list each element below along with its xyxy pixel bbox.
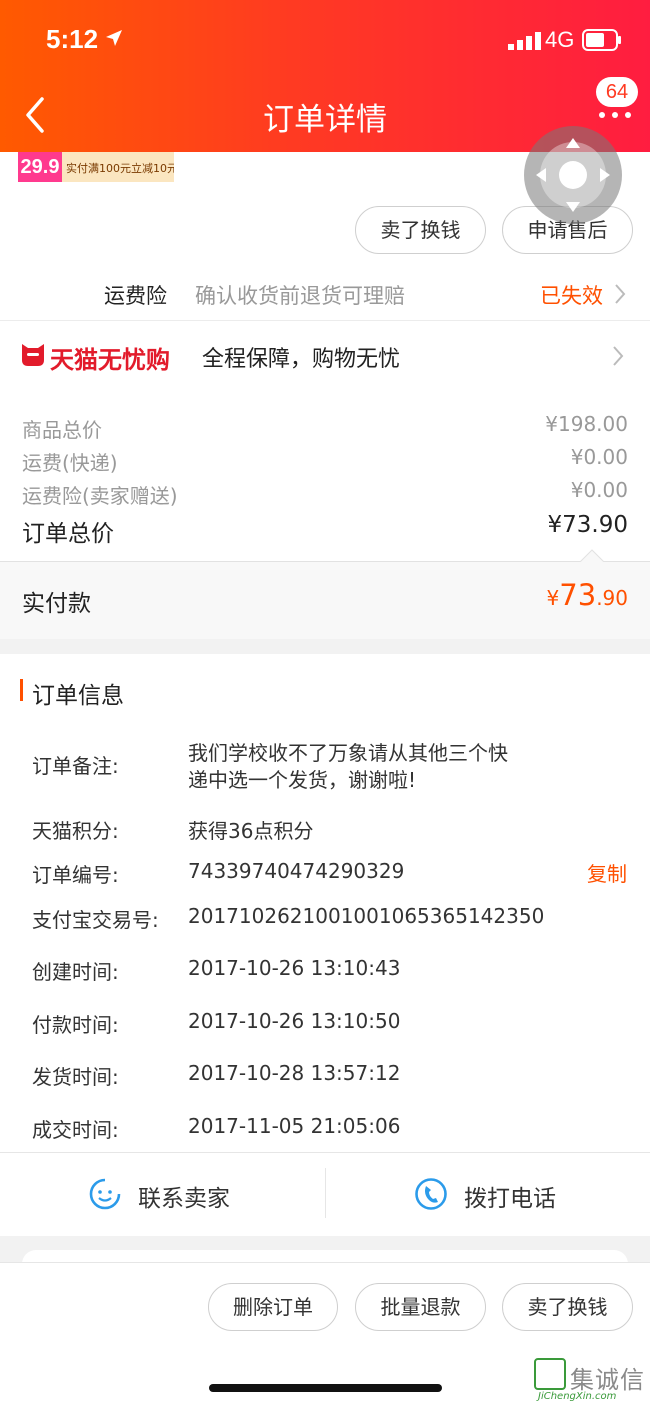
chevron-right-icon [613, 346, 624, 366]
paid-label: 实付款 [22, 591, 91, 617]
battery-icon [582, 29, 621, 51]
points-label: 天猫积分: [32, 819, 119, 843]
points-value: 获得36点积分 [188, 819, 314, 843]
assistive-touch-button[interactable] [524, 126, 622, 224]
freight-insurance-label: 运费险 [104, 284, 167, 308]
more-icon[interactable] [599, 112, 631, 118]
promo-text: 实付满100元立减10元 [66, 162, 174, 175]
paid-amount: ¥73.90 [547, 578, 628, 612]
order-info-title: 订单信息 [32, 683, 124, 709]
watermark-cn: 集诚信 [570, 1366, 645, 1394]
home-indicator[interactable] [209, 1384, 442, 1392]
guarantee-desc: 全程保障，购物无忧 [202, 347, 401, 372]
network-type: 4G [545, 27, 575, 52]
batch-refund-button[interactable]: 批量退款 [355, 1283, 486, 1331]
sell-for-cash-button[interactable]: 卖了换钱 [355, 206, 486, 254]
chevron-right-icon [615, 284, 626, 304]
watermark-logo: 集诚信 JiChengXin.com [532, 1358, 648, 1404]
guarantee-brand: 天猫无忧购 [50, 346, 170, 374]
contact-seller-label: 联系卖家 [138, 1186, 230, 1212]
promo-price: 29.9 [18, 152, 62, 182]
order-total-label: 订单总价 [22, 521, 114, 547]
call-phone-button[interactable]: 拨打电话 [326, 1153, 650, 1236]
goods-total-value: ¥198.00 [545, 412, 628, 436]
order-note-label: 订单备注: [32, 754, 119, 778]
sell-for-cash-bottom-button[interactable]: 卖了换钱 [502, 1283, 633, 1331]
freight-insurance-fee-value: ¥0.00 [570, 478, 628, 502]
order-note-line2: 递中选一个发货，谢谢啦! [188, 768, 417, 792]
contact-seller-button[interactable]: 联系卖家 [0, 1153, 325, 1236]
freight-insurance-desc: 确认收货前退货可理赔 [195, 284, 405, 308]
phone-icon [415, 1178, 447, 1210]
call-phone-label: 拨打电话 [464, 1186, 556, 1212]
section-accent-bar [20, 679, 23, 701]
promo-banner: 29.9 实付满100元立减10元 [18, 152, 174, 182]
freight-insurance-fee-label: 运费险(卖家赠送) [22, 484, 178, 508]
pointer-caret [580, 549, 604, 562]
alipay-trade-value: 2017102621001001065365142350 [188, 904, 545, 928]
shipping-value: ¥0.00 [570, 445, 628, 469]
paid-integer: 73 [559, 578, 597, 612]
order-note-line1: 我们学校收不了万象请从其他三个快 [188, 741, 508, 765]
shipped-time-label: 发货时间: [32, 1065, 119, 1089]
location-arrow-icon [106, 30, 122, 46]
created-time-label: 创建时间: [32, 960, 119, 984]
chat-face-icon [89, 1178, 121, 1210]
signal-icon [508, 32, 541, 50]
payment-time-label: 付款时间: [32, 1013, 119, 1037]
order-number-label: 订单编号: [32, 863, 119, 887]
alipay-trade-label: 支付宝交易号: [32, 908, 159, 932]
completed-time-label: 成交时间: [32, 1118, 119, 1142]
order-total-value: ¥73.90 [547, 512, 628, 538]
direction-arrows-icon [536, 138, 610, 212]
shipping-label: 运费(快递) [22, 451, 118, 475]
paid-currency: ¥ [546, 586, 560, 610]
completed-time-value: 2017-11-05 21:05:06 [188, 1114, 401, 1138]
copy-order-number-button[interactable]: 复制 [587, 858, 627, 887]
paid-decimal: .90 [596, 586, 628, 610]
tmall-cat-icon [22, 344, 44, 366]
status-time: 5:12 [46, 24, 99, 54]
message-count-badge[interactable]: 64 [596, 77, 638, 107]
goods-total-label: 商品总价 [22, 418, 102, 442]
watermark-mark [534, 1358, 566, 1390]
order-number-value: 74339740474290329 [188, 859, 405, 883]
freight-insurance-status: 已失效 [540, 284, 603, 308]
delete-order-button[interactable]: 删除订单 [208, 1283, 338, 1331]
payment-time-value: 2017-10-26 13:10:50 [188, 1009, 401, 1033]
watermark-en: JiChengXin.com [538, 1391, 617, 1402]
created-time-value: 2017-10-26 13:10:43 [188, 956, 401, 980]
shipped-time-value: 2017-10-28 13:57:12 [188, 1061, 401, 1085]
